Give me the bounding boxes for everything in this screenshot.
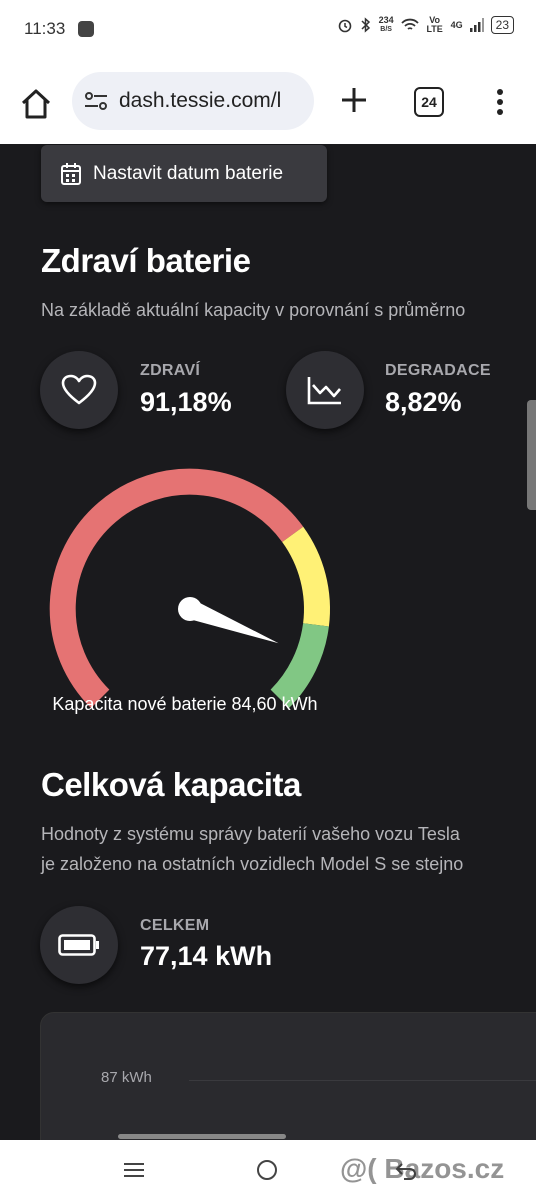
total-value: 77,14 kWh <box>140 941 273 971</box>
network-speed: 234 B/S <box>378 15 394 34</box>
calendar-icon <box>61 162 81 185</box>
page-content: Nastavit datum baterie Zdraví baterie Na… <box>0 144 536 1140</box>
browser-toolbar: dash.tessie.com/l 24 <box>0 60 536 144</box>
status-bar: 11:33 234 B/S Vo LTE 4G 23 <box>0 0 536 60</box>
set-battery-date-label: Nastavit datum baterie <box>93 162 284 184</box>
total-capacity-description-line2: je založeno na ostatních vozidlech Model… <box>41 854 464 874</box>
signal-icon <box>469 18 484 32</box>
set-battery-date-button[interactable]: Nastavit datum baterie <box>41 145 327 202</box>
notification-icon <box>78 21 94 37</box>
tab-switcher-button[interactable]: 24 <box>414 87 444 117</box>
volte-label: Vo LTE <box>426 15 443 34</box>
scroll-handle[interactable] <box>527 400 536 510</box>
new-tab-icon[interactable] <box>338 84 370 116</box>
alarm-icon <box>338 19 351 33</box>
degradation-value: 8,82% <box>385 387 462 417</box>
battery-health-gauge <box>49 468 330 709</box>
gauge-arc-red <box>49 468 304 709</box>
home-nav-icon[interactable] <box>257 1160 277 1180</box>
capacity-chart-card: 87 kWh <box>40 1012 536 1140</box>
health-value: 91,18% <box>140 387 232 417</box>
bluetooth-icon <box>361 17 370 33</box>
trend-down-icon <box>307 377 341 405</box>
degradation-label: DEGRADACE <box>385 362 491 379</box>
url-text[interactable]: dash.tessie.com/l <box>119 89 281 113</box>
home-icon[interactable] <box>18 86 54 122</box>
battery-level: 23 <box>490 16 514 34</box>
watermark: @( Bazos.cz <box>340 1153 505 1184</box>
status-icons: 234 B/S Vo LTE 4G 23 <box>337 16 514 34</box>
scroll-indicator <box>118 1134 286 1139</box>
chart-y-tick: 87 kWh <box>101 1069 152 1086</box>
total-label: CELKEM <box>140 917 210 934</box>
total-capacity-title: Celková kapacita <box>41 766 301 803</box>
wifi-icon <box>400 18 419 30</box>
system-nav-bar: @( Bazos.cz <box>0 1134 536 1200</box>
more-menu-icon[interactable] <box>490 86 510 118</box>
heart-icon <box>61 374 97 405</box>
health-label: ZDRAVÍ <box>140 362 201 379</box>
chart-gridline <box>189 1080 536 1081</box>
health-icon-circle <box>40 351 118 429</box>
battery-icon-circle <box>40 906 118 984</box>
gauge-caption: Kapacita nové baterie 84,60 kWh <box>52 694 318 714</box>
gauge-arc-green <box>270 622 329 708</box>
status-time: 11:33 <box>24 19 66 38</box>
battery-health-description: Na základě aktuální kapacity v porovnání… <box>41 300 466 320</box>
battery-health-title: Zdraví baterie <box>41 242 251 279</box>
address-bar[interactable]: dash.tessie.com/l <box>72 72 314 130</box>
signal-label: 4G <box>450 19 463 30</box>
site-settings-icon[interactable] <box>84 90 108 112</box>
recent-apps-icon[interactable] <box>124 1162 144 1178</box>
total-capacity-description-line1: Hodnoty z systému správy baterií vašeho … <box>41 824 460 844</box>
battery-icon <box>58 934 99 956</box>
gauge-hub <box>178 597 202 621</box>
degradation-icon-circle <box>286 351 364 429</box>
gauge-arc-yellow <box>281 526 330 627</box>
